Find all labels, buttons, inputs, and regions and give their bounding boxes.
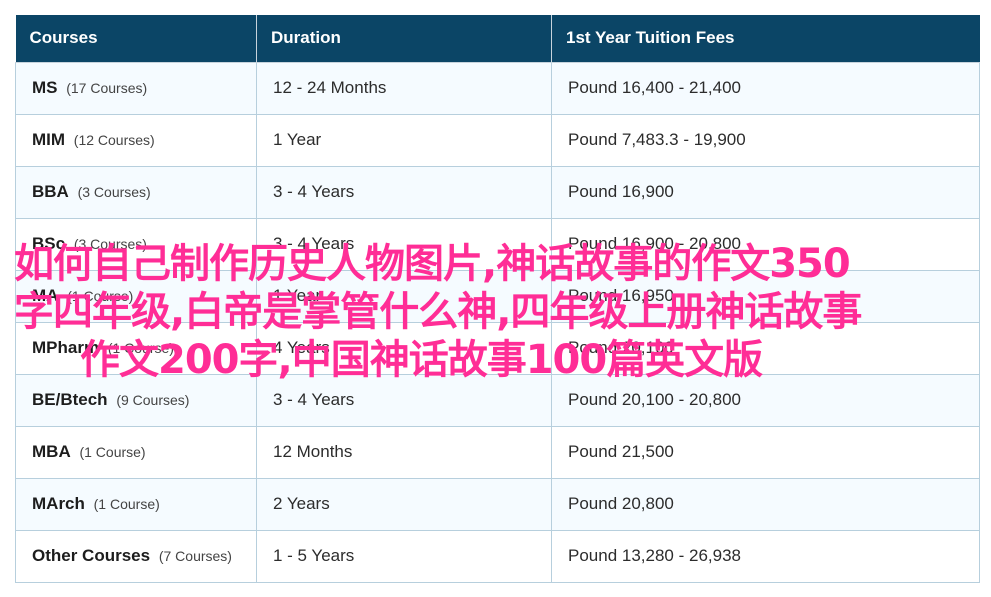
course-cell: MBA (1 Course): [15, 425, 257, 479]
fees-cell: Pound 13,280 - 26,938: [551, 529, 980, 583]
duration-cell: 12 - 24 Months: [256, 61, 552, 115]
course-cell: Other Courses (7 Courses): [15, 529, 257, 583]
course-count: (1 Course): [93, 496, 160, 512]
table-body: MS (17 Courses) 12 - 24 Months Pound 16,…: [15, 61, 980, 583]
course-cell: MIM (12 Courses): [15, 113, 257, 167]
table-header: Courses Duration 1st Year Tuition Fees: [15, 15, 980, 63]
table-row: MS (17 Courses) 12 - 24 Months Pound 16,…: [15, 61, 980, 115]
duration-cell: 3 - 4 Years: [256, 165, 552, 219]
course-name-link[interactable]: MBA: [32, 442, 71, 461]
fees-cell: Pound 21,500: [551, 425, 980, 479]
duration-cell: 4 Years: [256, 321, 552, 375]
fees-cell: Pound 7,483.3 - 19,900: [551, 113, 980, 167]
fees-cell: Pound 20,100 - 20,800: [551, 373, 980, 427]
table-header-row: Courses Duration 1st Year Tuition Fees: [15, 15, 980, 63]
course-name-link[interactable]: MA: [32, 286, 58, 305]
page: Courses Duration 1st Year Tuition Fees M…: [0, 0, 991, 597]
table-row: MArch (1 Course) 2 Years Pound 20,800: [15, 477, 980, 531]
column-header-courses[interactable]: Courses: [15, 15, 257, 63]
fees-cell: Pound 16,900 - 20,800: [551, 217, 980, 271]
duration-cell: 3 - 4 Years: [256, 217, 552, 271]
column-header-fees[interactable]: 1st Year Tuition Fees: [551, 15, 980, 63]
course-count: (7 Courses): [158, 548, 232, 564]
course-count: (17 Courses): [66, 80, 148, 96]
table-row: MPharm (1 Course) 4 Years Pound 20,100: [15, 321, 980, 375]
table-row: MIM (12 Courses) 1 Year Pound 7,483.3 - …: [15, 113, 980, 167]
table-row: BBA (3 Courses) 3 - 4 Years Pound 16,900: [15, 165, 980, 219]
course-cell: BBA (3 Courses): [15, 165, 257, 219]
course-name-link[interactable]: MArch: [32, 494, 85, 513]
course-cell: MS (17 Courses): [15, 61, 257, 115]
tuition-fees-table: Courses Duration 1st Year Tuition Fees M…: [15, 15, 980, 583]
course-name-link[interactable]: MIM: [32, 130, 65, 149]
duration-cell: 2 Years: [256, 477, 552, 531]
fees-cell: Pound 16,400 - 21,400: [551, 61, 980, 115]
fees-cell: Pound 20,800: [551, 477, 980, 531]
course-cell: MA (1 Course): [15, 269, 257, 323]
course-count: (1 Course): [107, 340, 174, 356]
course-name-link[interactable]: BBA: [32, 182, 69, 201]
duration-cell: 1 - 5 Years: [256, 529, 552, 583]
course-count: (1 Course): [67, 288, 134, 304]
course-count: (1 Course): [79, 444, 146, 460]
fees-cell: Pound 16,900: [551, 165, 980, 219]
table-row: MBA (1 Course) 12 Months Pound 21,500: [15, 425, 980, 479]
column-header-duration[interactable]: Duration: [256, 15, 552, 63]
course-count: (3 Courses): [73, 236, 147, 252]
course-count: (12 Courses): [73, 132, 155, 148]
course-name-link[interactable]: MS: [32, 78, 58, 97]
duration-cell: 3 - 4 Years: [256, 373, 552, 427]
course-cell: MArch (1 Course): [15, 477, 257, 531]
course-cell: BE/Btech (9 Courses): [15, 373, 257, 427]
table-row: BSc (3 Courses) 3 - 4 Years Pound 16,900…: [15, 217, 980, 271]
fees-cell: Pound 16,950: [551, 269, 980, 323]
duration-cell: 1 Year: [256, 269, 552, 323]
course-cell: MPharm (1 Course): [15, 321, 257, 375]
table-row: BE/Btech (9 Courses) 3 - 4 Years Pound 2…: [15, 373, 980, 427]
course-name-link[interactable]: Other Courses: [32, 546, 150, 565]
course-cell: BSc (3 Courses): [15, 217, 257, 271]
course-name-link[interactable]: MPharm: [32, 338, 99, 357]
course-count: (3 Courses): [77, 184, 151, 200]
duration-cell: 12 Months: [256, 425, 552, 479]
course-name-link[interactable]: BSc: [32, 234, 65, 253]
course-count: (9 Courses): [116, 392, 190, 408]
table-row: Other Courses (7 Courses) 1 - 5 Years Po…: [15, 529, 980, 583]
course-name-link[interactable]: BE/Btech: [32, 390, 108, 409]
fees-cell: Pound 20,100: [551, 321, 980, 375]
duration-cell: 1 Year: [256, 113, 552, 167]
table-row: MA (1 Course) 1 Year Pound 16,950: [15, 269, 980, 323]
